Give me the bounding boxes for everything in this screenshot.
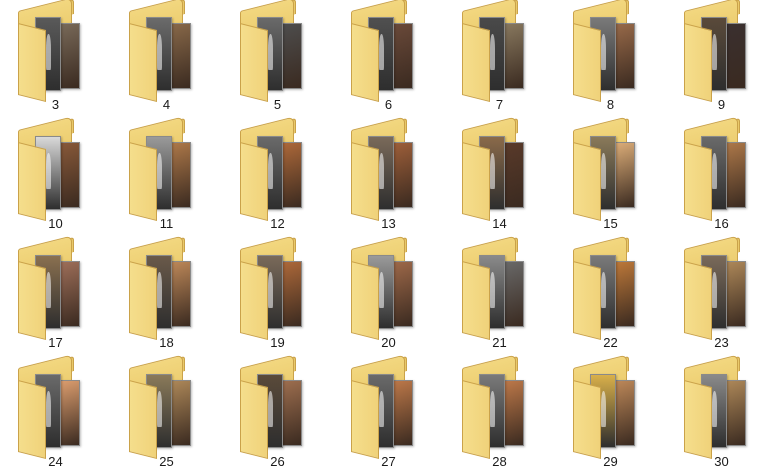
folder-item[interactable]: 26 xyxy=(222,354,333,476)
folder-with-photos-icon xyxy=(351,354,421,459)
folder-label: 10 xyxy=(48,216,63,231)
folder-item[interactable]: 19 xyxy=(222,235,333,357)
folder-item[interactable]: 8 xyxy=(555,0,666,119)
folder-item[interactable]: 17 xyxy=(0,235,111,357)
folder-item[interactable]: 18 xyxy=(111,235,222,357)
folder-with-photos-icon xyxy=(129,235,199,340)
folder-item[interactable]: 25 xyxy=(111,354,222,476)
folder-label: 14 xyxy=(492,216,507,231)
folder-with-photos-icon xyxy=(573,0,643,102)
folder-with-photos-icon xyxy=(351,235,421,340)
folder-with-photos-icon xyxy=(573,354,643,459)
folder-label: 5 xyxy=(273,97,282,112)
folder-item[interactable]: 7 xyxy=(444,0,555,119)
folder-label: 21 xyxy=(492,335,507,350)
folder-item[interactable]: 20 xyxy=(333,235,444,357)
folder-item[interactable]: 3 xyxy=(0,0,111,119)
folder-label: 19 xyxy=(270,335,285,350)
folder-label: 25 xyxy=(159,454,174,469)
folder-with-photos-icon xyxy=(684,235,754,340)
folder-label: 11 xyxy=(159,216,174,231)
folder-label: 30 xyxy=(714,454,729,469)
folder-item[interactable]: 28 xyxy=(444,354,555,476)
folder-label: 9 xyxy=(717,97,726,112)
folder-item[interactable]: 10 xyxy=(0,116,111,238)
folder-item[interactable]: 5 xyxy=(222,0,333,119)
folder-label: 23 xyxy=(714,335,729,350)
folder-with-photos-icon xyxy=(240,354,310,459)
folder-with-photos-icon xyxy=(240,0,310,102)
folder-item[interactable]: 16 xyxy=(666,116,772,238)
folder-item[interactable]: 27 xyxy=(333,354,444,476)
folder-item[interactable]: 4 xyxy=(111,0,222,119)
folder-label: 16 xyxy=(714,216,729,231)
folder-label: 3 xyxy=(51,97,60,112)
folder-with-photos-icon xyxy=(240,235,310,340)
folder-with-photos-icon xyxy=(240,116,310,221)
folder-item[interactable]: 22 xyxy=(555,235,666,357)
folder-item[interactable]: 6 xyxy=(333,0,444,119)
folder-label: 26 xyxy=(270,454,285,469)
folder-item[interactable]: 9 xyxy=(666,0,772,119)
folder-with-photos-icon xyxy=(573,116,643,221)
folder-with-photos-icon xyxy=(351,116,421,221)
folder-with-photos-icon xyxy=(684,0,754,102)
folder-with-photos-icon xyxy=(462,235,532,340)
folder-label: 7 xyxy=(495,97,504,112)
folder-label: 4 xyxy=(162,97,171,112)
folder-label: 12 xyxy=(270,216,285,231)
folder-with-photos-icon xyxy=(18,354,88,459)
folder-with-photos-icon xyxy=(684,354,754,459)
folder-with-photos-icon xyxy=(129,354,199,459)
folder-item[interactable]: 29 xyxy=(555,354,666,476)
folder-with-photos-icon xyxy=(684,116,754,221)
folder-item[interactable]: 12 xyxy=(222,116,333,238)
folder-item[interactable]: 21 xyxy=(444,235,555,357)
folder-item[interactable]: 24 xyxy=(0,354,111,476)
folder-with-photos-icon xyxy=(18,0,88,102)
folder-item[interactable]: 30 xyxy=(666,354,772,476)
folder-with-photos-icon xyxy=(129,116,199,221)
folder-with-photos-icon xyxy=(573,235,643,340)
folder-label: 15 xyxy=(603,216,618,231)
folder-with-photos-icon xyxy=(462,116,532,221)
folder-label: 27 xyxy=(381,454,396,469)
folder-label: 8 xyxy=(606,97,615,112)
folder-label: 20 xyxy=(381,335,396,350)
folder-item[interactable]: 23 xyxy=(666,235,772,357)
folder-label: 18 xyxy=(159,335,174,350)
folder-with-photos-icon xyxy=(351,0,421,102)
folder-label: 29 xyxy=(603,454,618,469)
folder-grid: 3 4 5 6 7 8 9 10 11 12 13 14 15 16 17 18 19 20 21 22 23 24 25 2… xyxy=(0,0,772,476)
folder-label: 22 xyxy=(603,335,618,350)
folder-label: 17 xyxy=(48,335,63,350)
folder-item[interactable]: 11 xyxy=(111,116,222,238)
folder-label: 28 xyxy=(492,454,507,469)
folder-label: 24 xyxy=(48,454,63,469)
folder-with-photos-icon xyxy=(18,116,88,221)
folder-item[interactable]: 15 xyxy=(555,116,666,238)
folder-item[interactable]: 14 xyxy=(444,116,555,238)
folder-with-photos-icon xyxy=(129,0,199,102)
folder-label: 13 xyxy=(381,216,396,231)
folder-with-photos-icon xyxy=(18,235,88,340)
folder-item[interactable]: 13 xyxy=(333,116,444,238)
folder-with-photos-icon xyxy=(462,0,532,102)
folder-with-photos-icon xyxy=(462,354,532,459)
folder-label: 6 xyxy=(384,97,393,112)
